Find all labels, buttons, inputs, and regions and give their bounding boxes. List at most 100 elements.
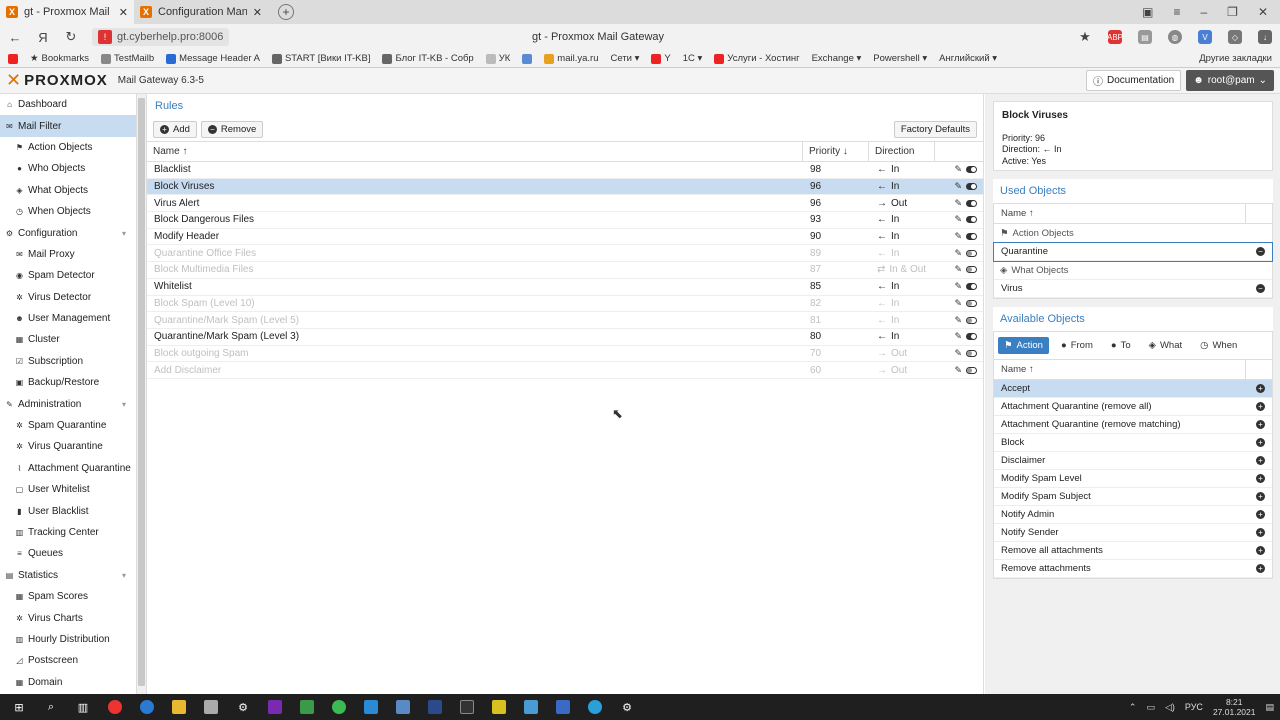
table-row[interactable]: Blacklist 98 ← In ✎ — [147, 162, 983, 179]
table-row[interactable]: Block Multimedia Files 87 ⇄ In & Out ✎ — [147, 262, 983, 279]
table-row[interactable]: Block outgoing Spam 70 → Out ✎ — [147, 346, 983, 363]
edit-pencil-icon[interactable]: ✎ — [954, 198, 962, 209]
active-toggle[interactable] — [966, 216, 977, 224]
active-toggle[interactable] — [966, 266, 977, 274]
column-priority[interactable]: Priority ↓ — [803, 142, 869, 161]
volume-icon[interactable]: ◁) — [1165, 702, 1175, 713]
edit-pencil-icon[interactable]: ✎ — [954, 365, 962, 376]
extensions-icon[interactable]: ◇ — [1228, 30, 1242, 44]
sidebar-item-queues[interactable]: ≡ Queues — [0, 543, 136, 564]
add-circle-icon[interactable]: + — [1256, 564, 1265, 573]
table-row[interactable]: Add Disclaimer 60 → Out ✎ — [147, 362, 983, 379]
table-row[interactable]: Quarantine/Mark Spam (Level 3) 80 ← In ✎ — [147, 329, 983, 346]
remote-desktop-icon[interactable] — [550, 697, 576, 717]
terminal-icon[interactable] — [454, 697, 480, 717]
telegram-icon[interactable] — [582, 697, 608, 717]
active-toggle[interactable] — [966, 283, 977, 291]
active-toggle[interactable] — [966, 233, 977, 241]
active-toggle[interactable] — [966, 299, 977, 307]
edit-pencil-icon[interactable]: ✎ — [954, 264, 962, 275]
browser-tab-2[interactable]: X Configuration Managem ✕ — [134, 0, 268, 24]
user-menu-button[interactable]: ☻ root@pam ⌄ — [1186, 70, 1274, 91]
available-column-name[interactable]: Name ↑ — [994, 360, 1246, 379]
browser-tab-1[interactable]: X gt - Proxmox Mail Gate ✕ — [0, 0, 134, 24]
edit-pencil-icon[interactable]: ✎ — [954, 315, 962, 326]
windows-start-icon[interactable]: ⊞ — [6, 697, 32, 717]
collapse-chevron-icon[interactable]: ▾ — [122, 571, 126, 580]
bookmark-star-icon[interactable]: ★ — [1078, 29, 1092, 45]
bookmark-item[interactable]: Message Header A — [166, 53, 260, 64]
documentation-button[interactable]: ⓘ Documentation — [1085, 70, 1182, 91]
bookmark-item[interactable]: Сети ▾ — [610, 53, 639, 64]
chrome-icon[interactable] — [326, 697, 352, 717]
add-circle-icon[interactable]: + — [1256, 510, 1265, 519]
tabs-menu-icon[interactable]: ▣ — [1142, 5, 1153, 19]
explorer-icon[interactable] — [166, 697, 192, 717]
active-toggle[interactable] — [966, 199, 977, 207]
table-row[interactable]: Virus Alert 96 → Out ✎ — [147, 195, 983, 213]
sidebar-item-configuration[interactable]: ⚙ Configuration ▾ — [0, 222, 136, 243]
remove-circle-icon[interactable]: − — [1256, 247, 1265, 256]
sidebar-item-action-objects[interactable]: ⚑ Action Objects — [0, 137, 136, 158]
back-icon[interactable]: ← — [8, 30, 22, 45]
add-circle-icon[interactable]: + — [1256, 546, 1265, 555]
list-item[interactable]: Attachment Quarantine (remove all) + — [994, 398, 1272, 416]
close-icon[interactable]: ✕ — [253, 6, 262, 19]
edit-pencil-icon[interactable]: ✎ — [954, 281, 962, 292]
sidebar-item-when-objects[interactable]: ◷ When Objects — [0, 201, 136, 222]
list-item[interactable]: Disclaimer + — [994, 452, 1272, 470]
yandex-browser-icon[interactable] — [102, 697, 128, 717]
table-row[interactable]: Modify Header 90 ← In ✎ — [147, 229, 983, 246]
edit-pencil-icon[interactable]: ✎ — [954, 214, 962, 225]
sidebar-item-subscription[interactable]: ☑ Subscription — [0, 351, 136, 372]
sidebar-item-what-objects[interactable]: ◈ What Objects — [0, 180, 136, 201]
sidebar-item-mail-filter[interactable]: ✉ Mail Filter — [0, 115, 136, 137]
sidebar-item-hourly-distribution[interactable]: ▥ Hourly Distribution — [0, 629, 136, 650]
list-item[interactable]: Remove all attachments + — [994, 542, 1272, 560]
factory-defaults-button[interactable]: Factory Defaults — [893, 121, 977, 138]
task-view-icon[interactable]: ▥ — [70, 697, 96, 717]
sidebar-item-virus-detector[interactable]: ✲ Virus Detector — [0, 287, 136, 308]
collapse-chevron-icon[interactable]: ▾ — [122, 229, 126, 238]
bookmark-item[interactable]: 1С ▾ — [683, 53, 703, 64]
settings-icon[interactable]: ⚙ — [614, 697, 640, 717]
edit-pencil-icon[interactable]: ✎ — [954, 181, 962, 192]
sidebar-item-user-management[interactable]: ☻ User Management — [0, 308, 136, 329]
sidebar-item-dashboard[interactable]: ⌂ Dashboard — [0, 94, 136, 115]
edit-pencil-icon[interactable]: ✎ — [954, 348, 962, 359]
sidebar-item-virus-charts[interactable]: ✲ Virus Charts — [0, 607, 136, 628]
edit-pencil-icon[interactable]: ✎ — [954, 164, 962, 175]
table-row[interactable]: Block Viruses 96 ← In ✎ — [147, 178, 983, 196]
bookmark-item[interactable]: mail.ya.ru — [544, 53, 598, 64]
active-toggle[interactable] — [966, 333, 977, 341]
language-indicator[interactable]: РУС — [1185, 702, 1203, 712]
sidebar-item-cluster[interactable]: ▦ Cluster — [0, 329, 136, 350]
edit-pencil-icon[interactable]: ✎ — [954, 248, 962, 259]
clock[interactable]: 8:21 27.01.2021 — [1213, 697, 1256, 717]
table-row[interactable]: Quarantine Office Files 89 ← In ✎ — [147, 245, 983, 263]
bookmark-item[interactable]: Powershell ▾ — [873, 53, 927, 64]
sidebar-item-mail-proxy[interactable]: ✉ Mail Proxy — [0, 244, 136, 265]
list-item[interactable]: Attachment Quarantine (remove matching) + — [994, 416, 1272, 434]
bookmark-item[interactable]: УК — [485, 53, 510, 64]
yandex-icon[interactable]: Я — [36, 30, 50, 45]
bookmark-item[interactable] — [8, 53, 18, 64]
sidebar-item-postscreen[interactable]: ◿ Postscreen — [0, 650, 136, 671]
bookmark-item[interactable]: Exchange ▾ — [812, 53, 862, 64]
list-item[interactable]: Modify Spam Level + — [994, 470, 1272, 488]
active-toggle[interactable] — [966, 183, 977, 191]
bookmark-item[interactable]: START [Вики IT-KB] — [271, 53, 370, 64]
list-item[interactable]: Notify Admin + — [994, 506, 1272, 524]
sidebar-scrollbar[interactable] — [137, 94, 147, 694]
table-row[interactable]: Quarantine/Mark Spam (Level 5) 81 ← In ✎ — [147, 312, 983, 329]
minimize-icon[interactable]: – — [1200, 5, 1207, 19]
tab-from[interactable]: ● From — [1055, 337, 1099, 354]
add-circle-icon[interactable]: + — [1256, 492, 1265, 501]
add-circle-icon[interactable]: + — [1256, 438, 1265, 447]
notepad-icon[interactable] — [294, 697, 320, 717]
table-row[interactable]: Block Dangerous Files 93 ← In ✎ — [147, 212, 983, 229]
settings-gear-icon[interactable]: ⚙ — [230, 697, 256, 717]
maximize-icon[interactable]: ❐ — [1227, 5, 1238, 19]
bookmark-item[interactable]: ★ Bookmarks — [30, 53, 89, 64]
active-toggle[interactable] — [966, 349, 977, 357]
